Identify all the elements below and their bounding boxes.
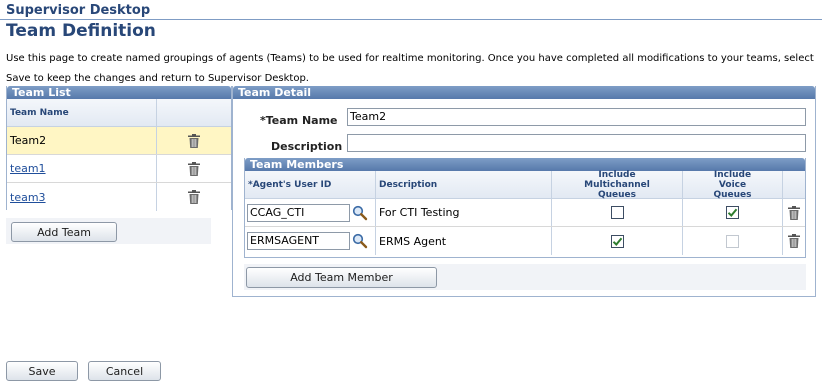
trash-icon[interactable] [788,234,800,248]
search-icon[interactable] [352,205,368,221]
multichannel-checkbox[interactable] [610,206,624,219]
cancel-button[interactable]: Cancel [88,361,161,381]
add-team-member-button[interactable]: Add Team Member [246,267,437,288]
trash-icon[interactable] [788,205,800,220]
team-name-column-header: Team Name [7,99,157,126]
page-title: Team Definition [6,21,156,41]
team-name-link[interactable]: team1 [10,162,46,175]
breadcrumb: Supervisor Desktop [6,3,151,18]
agent-user-id-input[interactable]: CCAG_CTI [247,203,350,222]
page-instructions: Use this page to create named groupings … [6,53,814,84]
team-members-grid: Team Members *Agent's User ID Descriptio… [244,158,806,258]
team-members-column-header: *Agent's User ID Description Include Mul… [245,170,805,200]
team-name-label: *Team Name [260,114,338,127]
trash-icon[interactable] [188,161,200,176]
table-row: ERMSAGENT ERMS Agent [245,227,805,255]
save-button[interactable]: Save [6,361,78,381]
member-description: For CTI Testing [376,199,552,226]
title-divider [0,19,822,20]
team-name-input[interactable]: Team2 [347,108,806,126]
agent-user-id-input[interactable]: ERMSAGENT [247,232,350,250]
team-list-header: Team List [7,86,231,99]
checkmark-icon [727,208,738,217]
team-name-cell: Team2 [7,127,157,154]
search-icon[interactable] [352,233,368,249]
table-row: CCAG_CTI For CTI Testing [245,199,805,227]
multichannel-checkbox[interactable] [610,234,624,248]
description-column-header: Description [376,171,552,198]
team-name-link[interactable]: team3 [10,191,46,204]
table-row[interactable]: team1 [7,155,231,183]
description-input[interactable] [347,134,806,152]
member-description: ERMS Agent [376,227,552,255]
description-label: Description [271,140,343,153]
add-team-button[interactable]: Add Team [11,222,117,242]
checkmark-icon [612,237,622,246]
team-detail-header: Team Detail [233,86,815,99]
voice-checkbox [726,234,739,248]
trash-icon[interactable] [188,190,200,204]
team-list-column-header: Team Name [7,99,231,127]
table-row[interactable]: Team2 [7,127,231,155]
multichannel-column-header: Include Multichannel Queues [552,170,683,200]
team-list-panel: Team List Team Name Team2 team1 team3 [6,86,232,211]
user-id-column-header: *Agent's User ID [245,171,376,198]
voice-column-header: Include Voice Queues [683,170,783,200]
table-row[interactable]: team3 [7,183,231,211]
voice-checkbox[interactable] [726,206,739,219]
trash-icon[interactable] [188,133,200,148]
